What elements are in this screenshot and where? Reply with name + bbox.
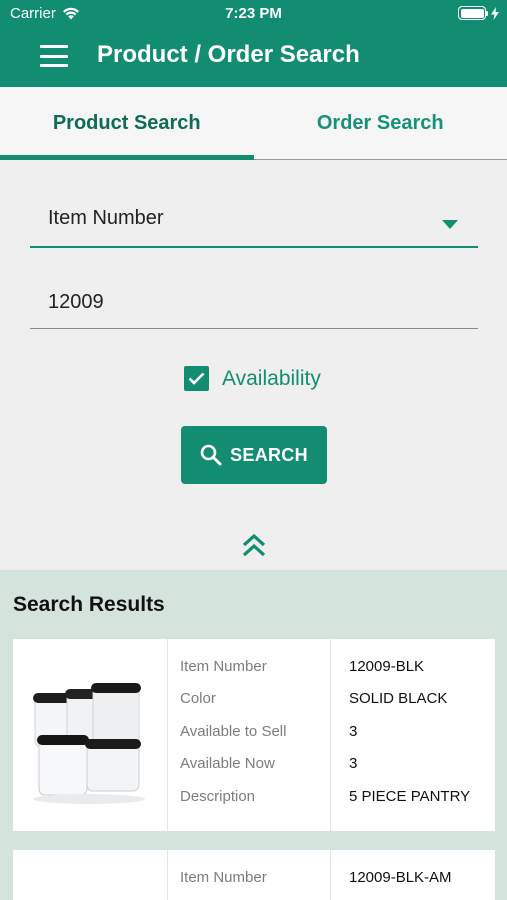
charging-bolt-icon — [491, 6, 499, 20]
hamburger-menu-icon[interactable] — [40, 45, 68, 67]
search-type-dropdown[interactable]: Item Number — [30, 195, 478, 248]
result-field-values: 12009-BLK SOLID BLACK 3 3 5 PIECE PANTRY — [331, 639, 495, 831]
search-query-field — [30, 278, 478, 329]
result-card[interactable]: Item Number Color Available to Sell Avai… — [13, 639, 495, 831]
product-image — [13, 850, 168, 900]
result-field-values: 12009-BLK-AM — [331, 850, 495, 900]
search-icon — [200, 444, 222, 466]
status-bar: Carrier 7:23 PM — [0, 0, 507, 28]
tab-order-search[interactable]: Order Search — [254, 87, 507, 159]
availability-label: Availability — [222, 366, 321, 390]
value-available-to-sell: 3 — [349, 722, 358, 740]
tab-product-search[interactable]: Product Search — [0, 87, 254, 160]
search-query-input[interactable] — [30, 278, 478, 326]
label-item-number: Item Number — [180, 868, 267, 886]
value-item-number: 12009-BLK-AM — [349, 868, 452, 886]
search-results-section: Search Results Item Number Color Availab… — [0, 570, 507, 900]
results-heading: Search Results — [13, 593, 165, 616]
app-header: Carrier 7:23 PM Product / Order Search — [0, 0, 507, 87]
label-available-to-sell: Available to Sell — [180, 722, 287, 740]
result-field-labels: Item Number — [168, 850, 331, 900]
value-item-number: 12009-BLK — [349, 657, 425, 675]
label-item-number: Item Number — [180, 657, 267, 675]
status-time: 7:23 PM — [225, 5, 282, 22]
collapse-chevron-up-icon[interactable] — [241, 532, 267, 558]
value-available-now: 3 — [349, 755, 358, 773]
battery-indicator — [458, 6, 499, 20]
result-card[interactable]: Item Number 12009-BLK-AM — [13, 850, 495, 900]
battery-icon — [458, 6, 486, 20]
search-button[interactable]: SEARCH — [181, 426, 327, 484]
product-image — [13, 639, 168, 831]
value-description: 5 PIECE PANTRY — [349, 787, 471, 805]
page-title: Product / Order Search — [97, 41, 360, 68]
label-color: Color — [180, 690, 216, 708]
search-button-label: SEARCH — [230, 444, 308, 465]
label-description: Description — [180, 787, 256, 805]
dropdown-arrow-icon — [442, 220, 458, 229]
availability-checkbox[interactable] — [184, 366, 209, 391]
availability-checkbox-row[interactable]: Availability — [184, 366, 321, 391]
search-type-value: Item Number — [48, 207, 164, 229]
value-color: SOLID BLACK — [349, 690, 448, 708]
pantry-containers-image — [33, 683, 145, 804]
label-available-now: Available Now — [180, 755, 275, 773]
result-field-labels: Item Number Color Available to Sell Avai… — [168, 639, 331, 831]
checkmark-icon — [188, 372, 205, 385]
search-tabs: Product Search Order Search — [0, 87, 507, 160]
